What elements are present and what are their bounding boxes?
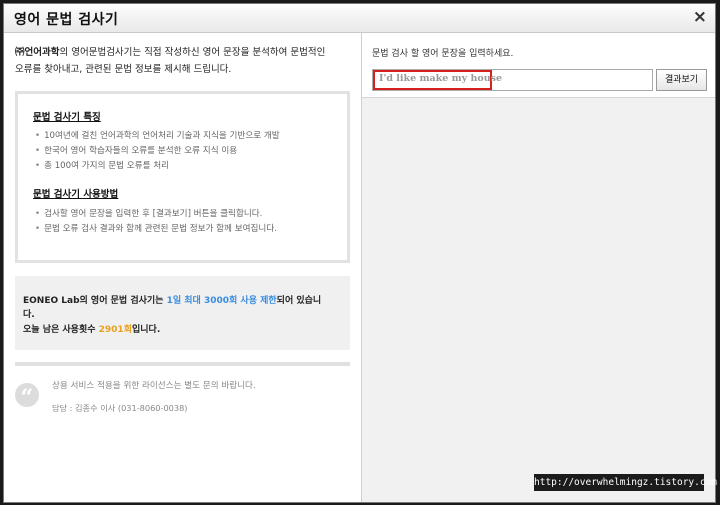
feature-box: 문법 검사기 특징 10여년에 걸친 언어과학의 언어처리 기술과 지식을 기반… (15, 91, 350, 263)
usage-limit-box: EONEO Lab의 영어 문법 검사기는 1일 최대 3000회 사용 제한되… (15, 276, 350, 350)
remaining-count-line: 오늘 남은 사용횟수 2901회입니다. (23, 322, 160, 335)
dialog-title: 영어 문법 검사기 (14, 12, 119, 28)
list-item: 검사할 영어 문장을 입력한 후 [결과보기] 버튼을 클릭합니다. (35, 207, 277, 222)
limit-line-2: 다. (23, 310, 35, 320)
list-item: 문법 오류 검사 결과와 함께 관련된 문법 정보가 함께 보여집니다. (35, 222, 277, 237)
remain-prefix: 오늘 남은 사용횟수 (23, 325, 99, 335)
intro-text-2: 오류를 찾아내고, 관련된 문법 정보를 제시해 드립니다. (15, 64, 232, 75)
close-icon[interactable]: × (693, 7, 707, 27)
features-heading: 문법 검사기 특징 (33, 112, 101, 123)
section-divider (15, 362, 350, 366)
checker-input-area: 문법 검사 할 영어 문장을 입력하세요. I'd like make my h… (362, 33, 715, 98)
list-item: 한국어 영어 학습자들의 오류를 분석한 오류 지식 이용 (35, 144, 280, 159)
grammar-checker-dialog: 영어 문법 검사기 × ㈜언어과학의 영어문법검사기는 직접 작성하신 영어 문… (3, 3, 716, 503)
limit-suffix: 되어 있습니 (276, 296, 322, 306)
sentence-input[interactable]: I'd like make my house (372, 69, 653, 91)
limit-prefix: EONEO Lab의 영어 문법 검사기는 (23, 296, 167, 306)
company-name: ㈜언어과학 (15, 47, 60, 58)
info-panel: ㈜언어과학의 영어문법검사기는 직접 작성하신 영어 문장을 분석하여 문법적인… (4, 33, 362, 502)
limit-highlight: 1일 최대 3000회 사용 제한 (166, 296, 277, 306)
checker-panel: 문법 검사 할 영어 문장을 입력하세요. I'd like make my h… (362, 33, 715, 502)
input-prompt: 문법 검사 할 영어 문장을 입력하세요. (372, 49, 514, 59)
limit-line-1: EONEO Lab의 영어 문법 검사기는 1일 최대 3000회 사용 제한되… (23, 293, 321, 306)
watermark: http://overwhelmingz.tistory.com (534, 474, 717, 491)
license-notice: 상용 서비스 적용을 위한 라이선스는 별도 문의 바랍니다. (52, 381, 256, 391)
list-item: 10여년에 걸친 언어과학의 언어처리 기술과 지식을 기반으로 개발 (35, 129, 280, 144)
usage-list: 검사할 영어 문장을 입력한 후 [결과보기] 버튼을 클릭합니다. 문법 오류… (35, 207, 277, 237)
intro-text-1: 의 영어문법검사기는 직접 작성하신 영어 문장을 분석하여 문법적인 (59, 47, 326, 58)
features-list: 10여년에 걸친 언어과학의 언어처리 기술과 지식을 기반으로 개발 한국어 … (35, 129, 280, 174)
dialog-titlebar: 영어 문법 검사기 × (4, 4, 715, 33)
quote-icon: “ (15, 383, 39, 411)
usage-heading: 문법 검사기 사용방법 (33, 189, 119, 200)
contact-person: 담당 : 김종수 이사 (031-8060-0038) (52, 403, 188, 413)
list-item: 총 100여 가지의 문법 오류를 처리 (35, 159, 280, 174)
remain-suffix: 입니다. (131, 325, 161, 335)
intro-text: ㈜언어과학의 영어문법검사기는 직접 작성하신 영어 문장을 분석하여 문법적인… (15, 44, 350, 78)
remain-count: 2901회 (98, 325, 132, 335)
view-result-button[interactable]: 결과보기 (656, 69, 707, 91)
sentence-input-value: I'd like make my house (379, 73, 503, 84)
